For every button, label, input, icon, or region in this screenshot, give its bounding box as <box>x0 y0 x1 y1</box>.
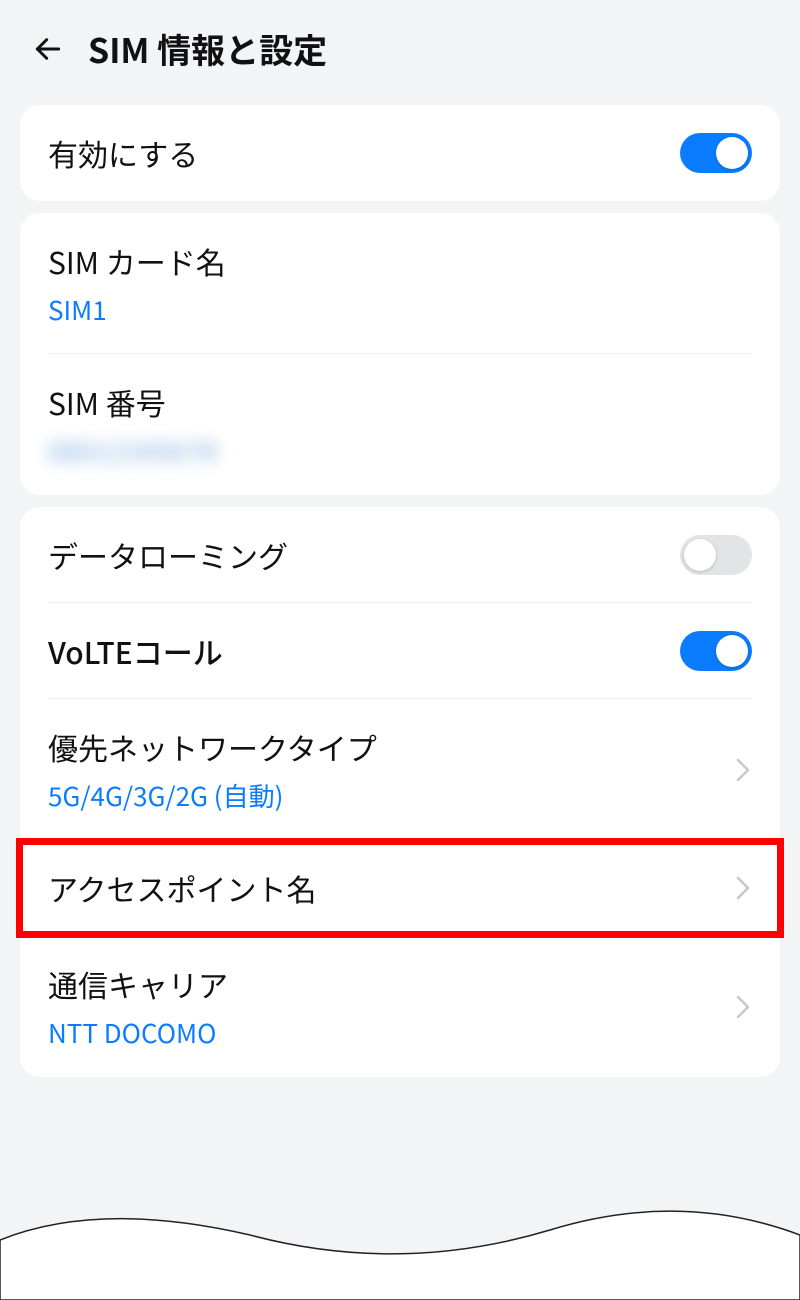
enable-label: 有効にする <box>48 131 680 175</box>
sim-card-name-label: SIM カード名 <box>48 239 752 283</box>
carrier-row[interactable]: 通信キャリア NTT DOCOMO <box>20 936 780 1077</box>
sim-card-name-row[interactable]: SIM カード名 SIM1 <box>20 213 780 354</box>
priority-network-row[interactable]: 優先ネットワークタイプ 5G/4G/3G/2G (自動) <box>20 699 780 840</box>
back-button[interactable] <box>28 29 68 69</box>
chevron-right-icon <box>734 992 752 1022</box>
data-roaming-toggle[interactable] <box>680 535 752 575</box>
carrier-label: 通信キャリア <box>48 962 722 1006</box>
apn-row[interactable]: アクセスポイント名 <box>20 840 780 936</box>
enable-card: 有効にする <box>20 105 780 201</box>
priority-network-value: 5G/4G/3G/2G (自動) <box>48 777 722 814</box>
toggle-knob <box>684 539 716 571</box>
toggle-knob <box>716 137 748 169</box>
toggle-knob <box>716 635 748 667</box>
header: SIM 情報と設定 <box>0 0 800 93</box>
sim-card-name-value: SIM1 <box>48 291 752 328</box>
priority-network-label: 優先ネットワークタイプ <box>48 725 722 769</box>
enable-toggle[interactable] <box>680 133 752 173</box>
carrier-value: NTT DOCOMO <box>48 1014 722 1051</box>
enable-row[interactable]: 有効にする <box>20 105 780 201</box>
sim-number-label: SIM 番号 <box>48 380 752 424</box>
sim-number-value: 08012345678 <box>48 432 752 469</box>
data-roaming-row[interactable]: データローミング <box>20 507 780 603</box>
sim-info-card: SIM カード名 SIM1 SIM 番号 08012345678 <box>20 213 780 495</box>
chevron-right-icon <box>734 755 752 785</box>
network-card: データローミング VoLTEコール 優先ネットワークタイプ 5G/4G/3G/2… <box>20 507 780 1077</box>
apn-label: アクセスポイント名 <box>48 866 722 910</box>
chevron-right-icon <box>734 873 752 903</box>
volte-label: VoLTEコール <box>48 629 680 673</box>
page-title: SIM 情報と設定 <box>88 24 327 73</box>
arrow-left-icon <box>32 33 64 65</box>
sim-number-row[interactable]: SIM 番号 08012345678 <box>20 354 780 495</box>
page-tear-decoration <box>0 1180 800 1300</box>
volte-row[interactable]: VoLTEコール <box>20 603 780 699</box>
volte-toggle[interactable] <box>680 631 752 671</box>
data-roaming-label: データローミング <box>48 533 680 577</box>
